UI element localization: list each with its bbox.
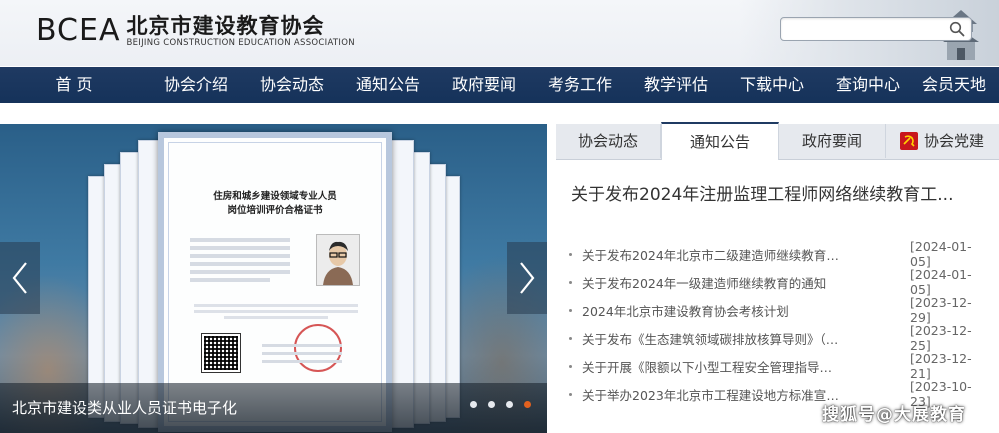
list-item[interactable]: 关于发布2024年一级建造师继续教育的通知 [2024-01-05] [569,267,989,297]
certificate-text-line [262,344,342,347]
nav-item-member[interactable]: 会员天地 [916,67,992,103]
main-nav: 首 页 协会介绍 协会动态 通知公告 政府要闻 考务工作 教学评估 下载中心 查… [0,67,999,103]
bullet-icon [569,392,572,396]
site-logo[interactable]: BCEA 北京市建设教育协会 BEIJING CONSTRUCTION EDUC… [36,14,355,54]
nav-item-eval[interactable]: 教学评估 [628,67,724,103]
list-item[interactable]: 2024年北京市建设教育协会考核计划 [2023-12-29] [569,295,989,325]
nav-item-exam[interactable]: 考务工作 [532,67,628,103]
news-title: 关于发布2024年北京市二级建造师继续教育的通... [582,247,842,263]
tab-party-label: 协会党建 [923,132,984,150]
certificate-text-line [194,310,358,313]
logo-cn-text: 北京市建设教育协会 [126,14,325,38]
certificate-text-line [262,352,342,355]
slider-dot[interactable] [488,401,495,408]
nav-item-gov[interactable]: 政府要闻 [436,67,532,103]
nav-item-notices[interactable]: 通知公告 [340,67,436,103]
tab-party-building[interactable]: 协会党建 [886,124,998,158]
slider-dot[interactable] [506,401,513,408]
certificate-text-line [194,304,358,307]
nav-item-about[interactable]: 协会介绍 [148,67,244,103]
tab-association-news[interactable]: 协会动态 [556,124,661,158]
news-tabs: 协会动态 通知公告 政府要闻 协会党建 [556,122,999,160]
logo-subtitle: BEIJING CONSTRUCTION EDUCATION ASSOCIATI… [126,38,355,48]
bullet-icon [569,308,572,312]
certificate-field [190,270,290,274]
bullet-icon [569,336,572,340]
bullet-icon [569,280,572,284]
tab-gov-news[interactable]: 政府要闻 [779,124,886,158]
search-input[interactable] [787,20,941,40]
nav-item-news[interactable]: 协会动态 [244,67,340,103]
chevron-right-icon [520,262,535,294]
official-seal-icon [294,324,342,372]
news-date: [2023-12-21] [910,351,972,381]
certificate-title: 住房和城乡建设领域专业人员 岗位培训评价合格证书 [164,190,386,218]
news-date: [2023-12-29] [910,295,972,325]
party-emblem-icon [899,132,918,150]
certificate-title-line2: 岗位培训评价合格证书 [227,205,323,216]
slider-dot[interactable] [470,401,477,408]
news-date: [2024-01-05] [910,239,972,269]
watermark-text: 搜狐号@大展教育 [822,405,966,425]
bullet-icon [569,364,572,368]
certificate-text-line [262,360,342,363]
logo-en-text: BCEA [36,13,121,48]
nav-item-query[interactable]: 查询中心 [820,67,916,103]
search-icon[interactable] [949,21,965,37]
slider-prev-button[interactable] [0,242,40,314]
search-box [780,17,972,41]
news-date: [2023-12-25] [910,323,972,353]
certificate-field [190,262,290,266]
news-title: 关于发布《生态建筑领域碳排放核算导则》（T/... [582,331,842,347]
certificate-text-line [224,316,328,319]
certificate-field [190,246,290,250]
certificate-field [190,254,290,258]
nav-item-home[interactable]: 首 页 [0,67,148,103]
certificate-field [190,238,290,242]
nav-item-download[interactable]: 下载中心 [724,67,820,103]
tab-notices[interactable]: 通知公告 [661,122,779,160]
news-date: [2024-01-05] [910,267,972,297]
slider-dot-active[interactable] [524,401,531,408]
slider-caption[interactable]: 北京市建设类从业人员证书电子化 [12,398,237,418]
bullet-icon [569,252,572,256]
chevron-left-icon [12,262,27,294]
featured-news-title[interactable]: 关于发布2024年注册监理工程师网络继续教育工... [571,182,981,208]
list-item[interactable]: 关于开展《限额以下小型工程安全管理指导手册... [2023-12-21] [569,351,989,381]
site-header: BCEA 北京市建设教育协会 BEIJING CONSTRUCTION EDUC… [0,0,999,66]
certificate-title-line1: 住房和城乡建设领域专业人员 [213,191,337,202]
news-title: 关于举办2023年北京市工程建设地方标准宣贯培... [582,387,842,403]
news-title: 关于开展《限额以下小型工程安全管理指导手册... [582,359,842,375]
qr-code-icon [201,333,241,373]
news-title: 关于发布2024年一级建造师继续教育的通知 [582,275,827,291]
certificate-field [190,278,270,282]
slider-dots [470,401,542,411]
list-item[interactable]: 关于发布《生态建筑领域碳排放核算导则》（T/... [2023-12-25] [569,323,989,353]
list-item[interactable]: 关于发布2024年北京市二级建造师继续教育的通... [2024-01-05] [569,239,989,269]
slider-next-button[interactable] [507,242,547,314]
certificate-photo [316,234,360,286]
person-photo-icon [317,235,359,285]
news-title: 2024年北京市建设教育协会考核计划 [582,303,789,319]
